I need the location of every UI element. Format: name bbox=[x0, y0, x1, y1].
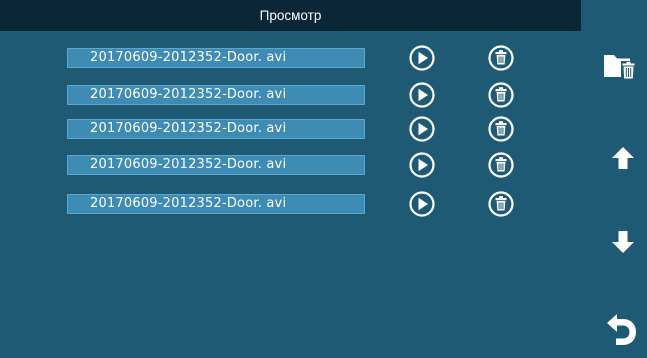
play-button[interactable] bbox=[408, 115, 436, 143]
playback-screen: Просмотр 20170609-2012352-Door. avi 2017… bbox=[0, 0, 647, 358]
scroll-down-button[interactable] bbox=[611, 230, 635, 254]
back-icon bbox=[607, 314, 636, 345]
file-name-field[interactable]: 20170609-2012352-Door. avi bbox=[67, 155, 365, 175]
play-icon bbox=[409, 82, 435, 108]
play-icon bbox=[409, 152, 435, 178]
trash-icon bbox=[488, 152, 514, 178]
scroll-up-button[interactable] bbox=[611, 146, 635, 170]
trash-icon bbox=[488, 45, 514, 71]
file-name-field[interactable]: 20170609-2012352-Door. avi bbox=[67, 119, 365, 139]
arrow-up-icon bbox=[612, 147, 634, 169]
file-name-field[interactable]: 20170609-2012352-Door. avi bbox=[67, 194, 365, 214]
delete-button[interactable] bbox=[487, 190, 515, 218]
trash-icon bbox=[488, 82, 514, 108]
list-item: 20170609-2012352-Door. avi bbox=[0, 42, 581, 74]
delete-folder-button[interactable] bbox=[603, 51, 639, 81]
play-button[interactable] bbox=[408, 44, 436, 72]
folder-delete-icon bbox=[604, 55, 636, 80]
list-item: 20170609-2012352-Door. avi bbox=[0, 79, 581, 111]
list-item: 20170609-2012352-Door. avi bbox=[0, 113, 581, 145]
file-list: 20170609-2012352-Door. avi 20170609-2012… bbox=[0, 0, 581, 358]
play-button[interactable] bbox=[408, 190, 436, 218]
delete-button[interactable] bbox=[487, 81, 515, 109]
back-button[interactable] bbox=[606, 313, 638, 347]
list-item: 20170609-2012352-Door. avi bbox=[0, 149, 581, 181]
trash-icon bbox=[488, 116, 514, 142]
play-button[interactable] bbox=[408, 151, 436, 179]
play-icon bbox=[409, 116, 435, 142]
arrow-down-icon bbox=[612, 231, 634, 253]
trash-icon bbox=[488, 191, 514, 217]
list-item: 20170609-2012352-Door. avi bbox=[0, 188, 581, 220]
play-icon bbox=[409, 45, 435, 71]
delete-button[interactable] bbox=[487, 115, 515, 143]
play-button[interactable] bbox=[408, 81, 436, 109]
play-icon bbox=[409, 191, 435, 217]
file-name-field[interactable]: 20170609-2012352-Door. avi bbox=[67, 48, 365, 68]
delete-button[interactable] bbox=[487, 44, 515, 72]
file-name-field[interactable]: 20170609-2012352-Door. avi bbox=[67, 85, 365, 105]
delete-button[interactable] bbox=[487, 151, 515, 179]
